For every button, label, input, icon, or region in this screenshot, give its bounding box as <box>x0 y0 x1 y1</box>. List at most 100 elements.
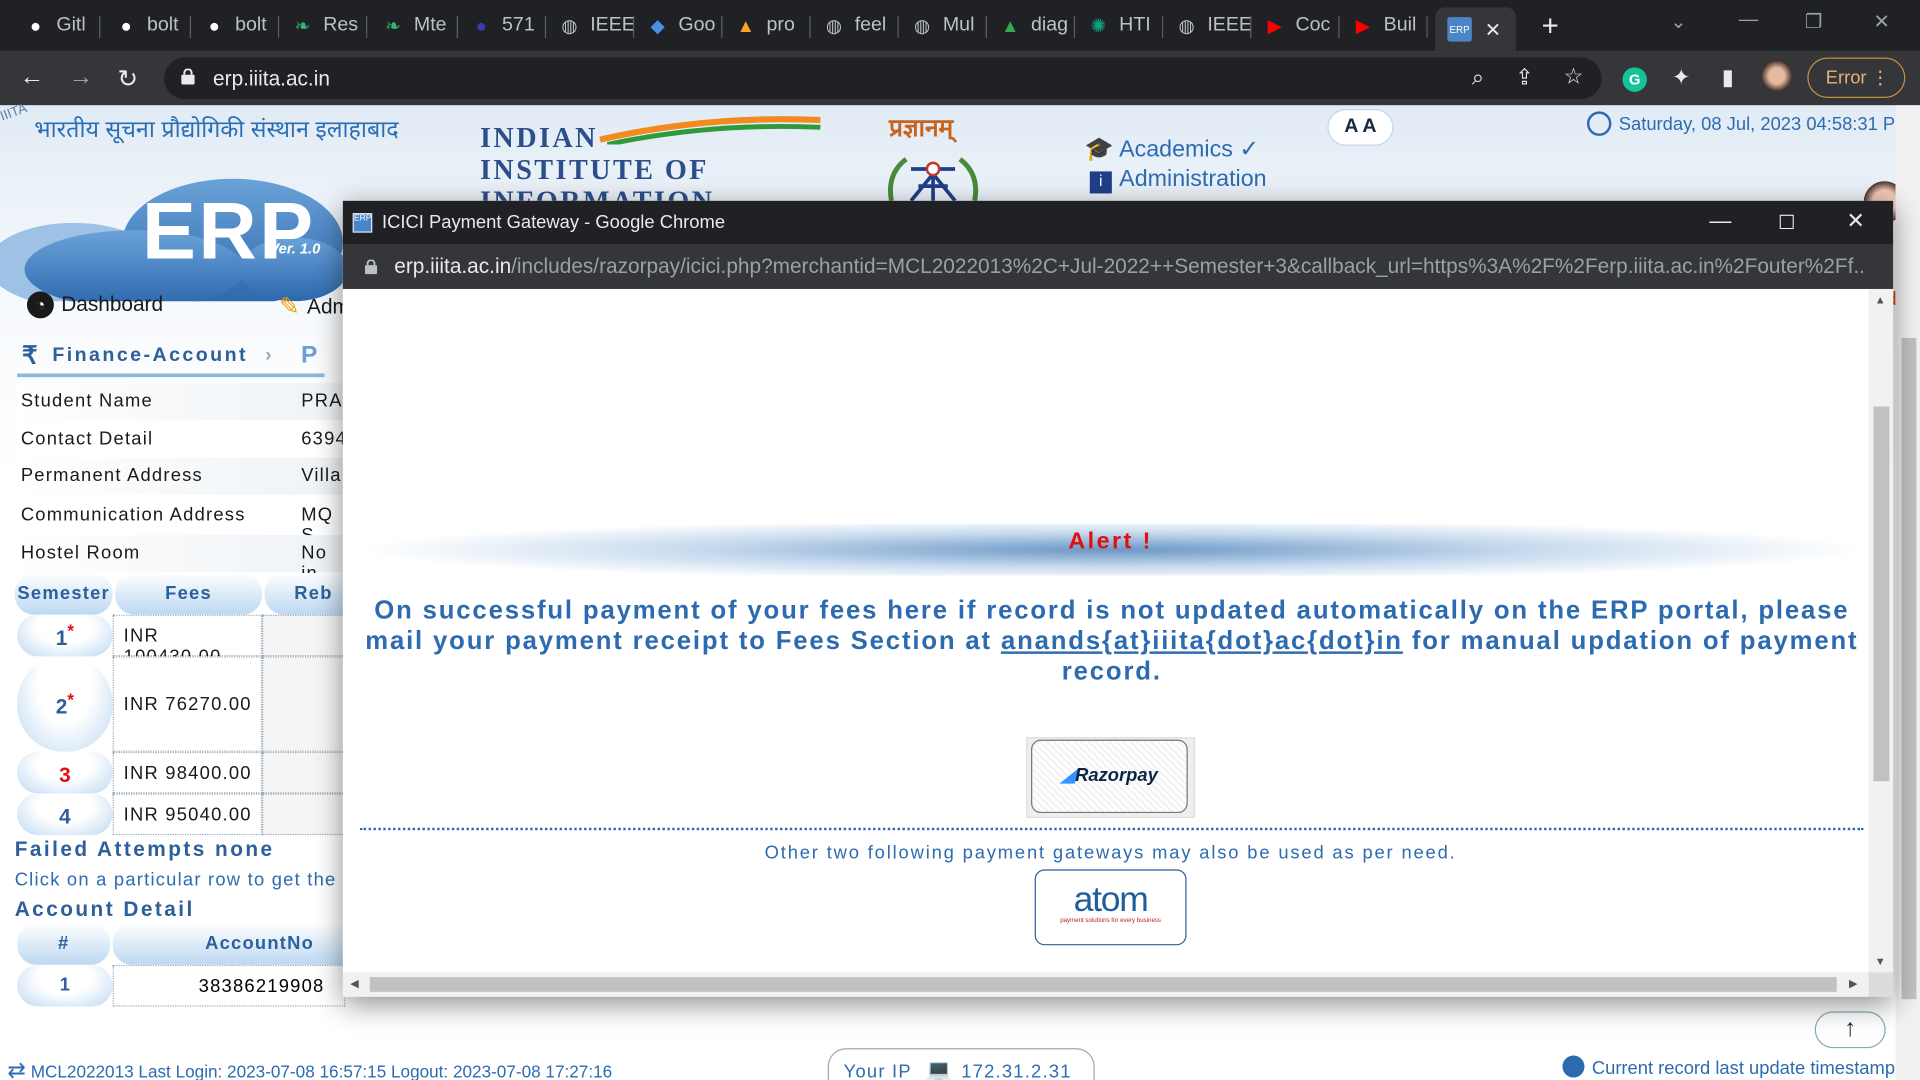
scroll-top-button[interactable]: ↑ <box>1814 1011 1886 1049</box>
page-scrollbar[interactable] <box>1895 105 1920 1080</box>
other-gateways-text: Other two following payment gateways may… <box>764 842 1457 864</box>
semester-cell[interactable]: 3 <box>17 751 113 794</box>
grammarly-icon[interactable]: G <box>1621 65 1648 92</box>
popup-close-icon[interactable]: ✕ <box>1847 208 1865 234</box>
graduation-cap-icon: 🎓 <box>1084 137 1114 163</box>
semester-number: 3 <box>59 763 71 787</box>
side-panel-icon[interactable]: ▮ <box>1714 65 1741 91</box>
github-icon: ● <box>29 15 42 37</box>
browser-tab[interactable]: ▶ Coc <box>1251 7 1340 44</box>
popup-maximize-icon[interactable]: ☐ <box>1778 211 1796 235</box>
sanskrit-motto: प्रज्ञानम् <box>888 115 954 143</box>
chevron-right-icon: › <box>265 344 275 366</box>
fee-header-fees: Fees <box>115 573 263 615</box>
extensions-icon[interactable]: ✦ <box>1668 65 1695 91</box>
corner-label: IIITA <box>0 101 30 125</box>
student-info-row: Contact Detail 6394 <box>17 421 348 458</box>
browser-tab-label: bolt <box>146 14 179 36</box>
page-scroll-thumb[interactable] <box>1901 337 1917 1000</box>
scroll-down-icon[interactable]: ▼ <box>1875 955 1886 967</box>
browser-tab-label: diag <box>1031 14 1069 36</box>
student-info-row: Communication AddressMQ S <box>17 497 348 546</box>
fee-header-semester: Semester <box>14 573 113 615</box>
forward-icon[interactable]: → <box>69 64 93 92</box>
student-info-row: Student Name PRA <box>17 383 348 421</box>
student-info-row: Hostel RoomNo in <box>17 535 348 584</box>
popup-vscroll-thumb[interactable] <box>1873 406 1890 782</box>
scroll-right-icon[interactable]: ▶ <box>1849 977 1857 990</box>
browser-tab[interactable]: ✺ HTI <box>1075 7 1164 44</box>
new-tab-button[interactable]: + <box>1536 10 1565 44</box>
browser-tab[interactable]: ◍ IEEE <box>1163 7 1252 44</box>
browser-tab-strip: ● Gitl ● bolt ● bolt ❧ Res ❧ Mte ● 571 ◍ IEEE ◆ Goo ▲ pro… <box>0 0 1920 52</box>
dashboard-link[interactable]: ◔ Dashboard <box>26 291 163 319</box>
academics-link[interactable]: 🎓 Academics ✓ <box>1085 135 1259 164</box>
reload-icon[interactable]: ↻ <box>118 64 139 95</box>
semester-cell[interactable]: 4 <box>17 793 113 836</box>
browser-tab-label: Mul <box>942 14 975 36</box>
close-window-icon[interactable]: ✕ <box>1873 10 1889 34</box>
scroll-up-icon[interactable]: ▲ <box>1875 294 1886 306</box>
browser-tab[interactable]: ◆ Goo <box>634 7 723 44</box>
profile-avatar[interactable] <box>1760 60 1793 98</box>
erp-logo-text: ERP <box>142 184 316 276</box>
popup-vertical-scrollbar[interactable]: ▲ ▼ <box>1868 288 1894 973</box>
youtube-icon: ▶ <box>1267 15 1282 37</box>
account-header-num: # <box>17 923 111 965</box>
search-icon[interactable]: ⌕ <box>1464 65 1491 91</box>
admin-tab-link[interactable]: ✎ Adm <box>279 291 350 322</box>
browser-tab[interactable]: ◍ feel <box>811 7 899 44</box>
rebate-cell[interactable] <box>262 793 348 836</box>
browser-tab[interactable]: ● bolt <box>103 7 192 44</box>
browser-tab[interactable]: ❧ Mte <box>370 7 458 44</box>
popup-url-bar[interactable]: erp.iiita.ac.in/includes/razorpay/icici.… <box>342 244 1894 289</box>
minimize-icon[interactable]: — <box>1739 10 1759 32</box>
tab-erp-active[interactable]: ERP ✕ <box>1435 7 1516 52</box>
browser-tab[interactable]: ● Gitl <box>12 7 101 44</box>
info-label: Contact Detail <box>20 428 154 450</box>
fee-amount[interactable]: INR 95040.00 <box>112 793 263 836</box>
restore-icon[interactable]: ❐ <box>1805 10 1823 34</box>
popup-minimize-icon[interactable]: — <box>1709 208 1731 234</box>
bookmark-star-icon[interactable]: ☆ <box>1560 64 1587 90</box>
browser-tab[interactable]: ▲ pro <box>722 7 811 44</box>
semester-cell[interactable]: 1* <box>17 614 113 657</box>
close-tab-icon[interactable]: ✕ <box>1485 18 1501 42</box>
browser-tab[interactable]: ❧ Res <box>279 7 368 44</box>
lock-icon <box>364 259 378 275</box>
popup-horizontal-scrollbar[interactable]: ◀ ▶ <box>342 972 1869 997</box>
popup-hscroll-thumb[interactable] <box>369 977 1837 992</box>
fees-email-link[interactable]: anands{at}iiita{dot}ac{dot}in <box>1001 627 1403 655</box>
globe-icon: ◍ <box>1178 15 1195 37</box>
last-login-info: ⇄ MCL2022013 Last Login: 2023-07-08 16:57… <box>7 1058 612 1080</box>
share-icon[interactable]: ⇪ <box>1511 65 1538 91</box>
rebate-cell[interactable] <box>262 751 348 794</box>
fee-amount[interactable]: INR 100430.00 <box>112 614 263 667</box>
fee-amount[interactable]: INR 98400.00 <box>112 751 263 794</box>
font-size-toggle[interactable]: A A <box>1327 108 1394 146</box>
drive-icon: ▲ <box>1001 15 1020 37</box>
atom-button[interactable]: atom payment solutions for every busines… <box>1034 869 1187 946</box>
razorpay-button[interactable]: ◢Razorpay <box>1031 739 1188 814</box>
popup-titlebar: ERP ICICI Payment Gateway - Google Chrom… <box>342 200 1894 245</box>
fee-amount[interactable]: INR 76270.00 <box>112 656 263 752</box>
administration-link[interactable]: i Administration <box>1089 167 1267 194</box>
browser-tab[interactable]: ● 571 <box>458 7 547 44</box>
browser-tab[interactable]: ◍ Mul <box>899 7 987 44</box>
browser-tab[interactable]: ▶ Buil <box>1340 7 1428 44</box>
browser-tab[interactable]: ◍ IEEE <box>546 7 635 44</box>
browser-tab[interactable]: ▲ diag <box>987 7 1076 44</box>
scroll-left-icon[interactable]: ◀ <box>350 977 358 990</box>
rebate-cell[interactable] <box>262 656 348 752</box>
semester-cell[interactable]: 2* <box>17 656 113 752</box>
rebate-cell[interactable] <box>262 614 348 657</box>
account-row-num[interactable]: 1 <box>17 964 113 1007</box>
finance-account-tab[interactable]: ₹ Finance-Account › P <box>17 338 325 378</box>
back-icon[interactable]: ← <box>20 64 44 92</box>
account-row-number[interactable]: 38386219908 <box>112 964 346 1007</box>
error-profile-button[interactable]: Error ⋮ <box>1807 57 1906 98</box>
cap-icon: ◆ <box>650 15 665 37</box>
browser-tab[interactable]: ● bolt <box>191 7 280 44</box>
tab-search-icon[interactable]: ⌄ <box>1670 10 1686 34</box>
address-bar[interactable]: erp.iiita.ac.in ⌕ ⇪ ☆ <box>164 57 1602 100</box>
